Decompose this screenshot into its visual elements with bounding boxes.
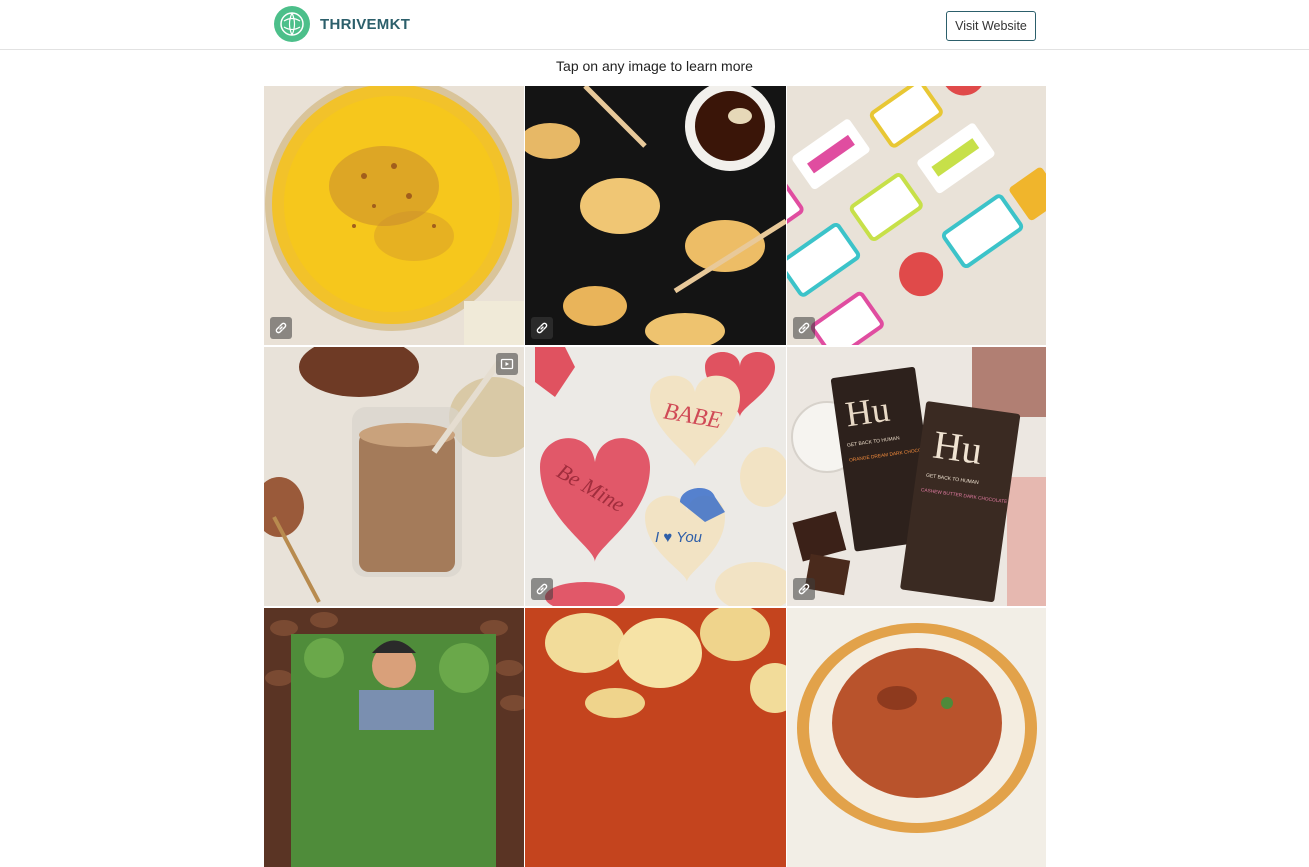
grid-tile-soup[interactable] [787,608,1046,867]
video-icon [496,353,518,375]
image-grid: BABE Be Mine I ♥ You Hu GET BACK TO HUMA… [264,86,1046,867]
i-love-you-text: I ♥ You [655,529,703,546]
globe-leaf-icon [274,6,310,42]
grid-tile-hemp-products[interactable] [787,86,1046,345]
link-icon [793,317,815,339]
top-header: THRIVEMKT Visit Website [0,0,1309,50]
grid-tile-muffins[interactable] [525,608,786,867]
muffins-image [525,608,786,867]
brand-name: THRIVEMKT [320,15,411,33]
hemp-products-image [787,86,1046,345]
hu-logo-2: Hu [930,422,985,473]
visit-website-button[interactable]: Visit Website [946,11,1036,41]
grid-tile-smoothie[interactable] [264,347,524,606]
tagline: Tap on any image to learn more [556,58,753,74]
brand-logo[interactable]: THRIVEMKT [274,6,410,42]
grid-tile-hu-chocolate[interactable]: Hu GET BACK TO HUMAN ORANGE DREAM DARK C… [787,347,1046,606]
hu-logo-1: Hu [843,389,892,435]
link-icon [270,317,292,339]
grid-tile-garden-person[interactable] [264,608,524,867]
dumplings-image [525,86,786,345]
link-icon [531,317,553,339]
golden-latte-image [264,86,524,345]
link-icon [793,578,815,600]
hu-chocolate-image: Hu GET BACK TO HUMAN ORANGE DREAM DARK C… [787,347,1046,606]
grid-tile-dumplings[interactable] [525,86,786,345]
link-icon [531,578,553,600]
grid-tile-heart-cookies[interactable]: BABE Be Mine I ♥ You [525,347,786,606]
smoothie-image [264,347,524,606]
garden-person-image [264,608,524,867]
heart-cookies-image: BABE Be Mine I ♥ You [525,347,786,606]
grid-tile-golden-latte[interactable] [264,86,524,345]
soup-image [787,608,1046,867]
